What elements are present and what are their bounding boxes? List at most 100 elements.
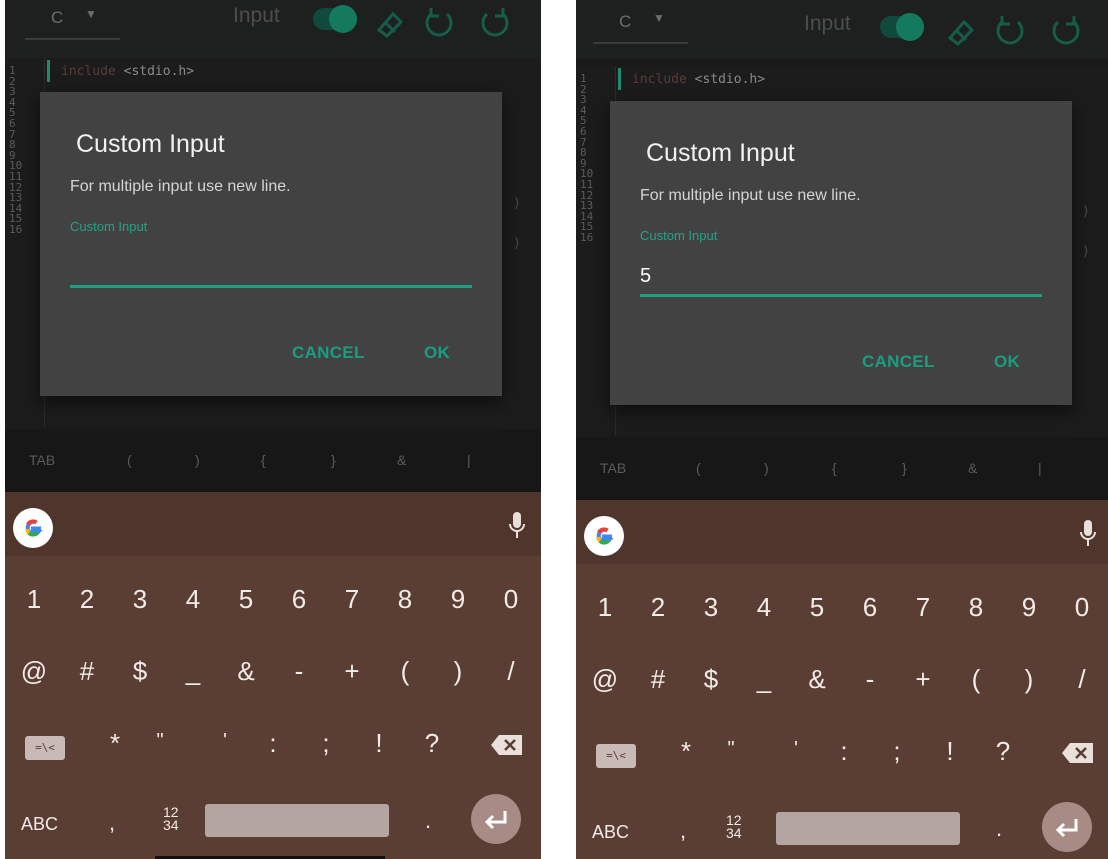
extra-key-tab[interactable]: TAB [29, 452, 55, 468]
key-7[interactable]: 7 [898, 592, 948, 623]
key-5[interactable]: 5 [792, 592, 842, 623]
key-7[interactable]: 7 [327, 584, 377, 615]
key-1[interactable]: 1 [580, 592, 630, 623]
google-icon[interactable] [584, 516, 624, 556]
key-5[interactable]: 5 [221, 584, 271, 615]
key-dollar[interactable]: $ [686, 664, 736, 695]
extra-key-pipe[interactable]: | [467, 452, 471, 468]
undo-icon[interactable] [990, 10, 1030, 50]
key-hash[interactable]: # [62, 656, 112, 687]
cancel-button[interactable]: CANCEL [862, 352, 935, 372]
undo-icon[interactable] [419, 2, 459, 42]
extra-key-ampersand[interactable]: & [968, 460, 977, 476]
extra-key-open-brace[interactable]: { [832, 460, 837, 476]
language-dropdown[interactable]: C ▼ [25, 4, 120, 40]
key-close-paren[interactable]: ) [433, 656, 483, 687]
key-2[interactable]: 2 [633, 592, 683, 623]
extra-key-open-paren[interactable]: ( [696, 460, 701, 476]
key-0[interactable]: 0 [486, 584, 536, 615]
key-9[interactable]: 9 [433, 584, 483, 615]
key-4[interactable]: 4 [168, 584, 218, 615]
key-exclamation[interactable]: ! [925, 736, 975, 767]
key-colon[interactable]: : [248, 728, 298, 759]
enter-key[interactable] [471, 794, 521, 844]
cancel-button[interactable]: CANCEL [292, 343, 365, 363]
key-ampersand[interactable]: & [221, 656, 271, 687]
extra-key-open-brace[interactable]: { [261, 452, 266, 468]
key-asterisk[interactable]: * [661, 736, 711, 767]
key-minus[interactable]: - [274, 656, 324, 687]
key-ampersand[interactable]: & [792, 664, 842, 695]
key-question[interactable]: ? [407, 728, 457, 759]
ok-button[interactable]: OK [424, 343, 450, 363]
backspace-icon[interactable] [1061, 742, 1095, 764]
key-semicolon[interactable]: ; [301, 728, 351, 759]
key-plus[interactable]: + [898, 664, 948, 695]
extra-key-ampersand[interactable]: & [397, 452, 406, 468]
extra-key-close-paren[interactable]: ) [195, 452, 200, 468]
spacebar[interactable] [776, 812, 960, 845]
key-open-paren[interactable]: ( [380, 656, 430, 687]
key-at[interactable]: @ [9, 656, 59, 687]
key-open-paren[interactable]: ( [951, 664, 1001, 695]
key-underscore[interactable]: _ [739, 664, 789, 695]
custom-input-field[interactable]: 5 [640, 265, 651, 288]
extra-key-close-brace[interactable]: } [331, 452, 336, 468]
language-dropdown[interactable]: C ▼ [593, 8, 688, 44]
key-slash[interactable]: / [486, 656, 536, 687]
key-period[interactable]: . [425, 808, 431, 834]
key-colon[interactable]: : [819, 736, 869, 767]
symbols-toggle-key[interactable]: =\< [25, 736, 65, 760]
eraser-icon[interactable] [940, 10, 980, 50]
key-6[interactable]: 6 [274, 584, 324, 615]
key-9[interactable]: 9 [1004, 592, 1054, 623]
symbols-toggle-key[interactable]: =\< [596, 744, 636, 768]
key-8[interactable]: 8 [380, 584, 430, 615]
extra-key-open-paren[interactable]: ( [127, 452, 132, 468]
backspace-icon[interactable] [490, 734, 524, 756]
key-2[interactable]: 2 [62, 584, 112, 615]
enter-key[interactable] [1042, 802, 1092, 852]
key-single-quote[interactable]: ' [200, 730, 250, 753]
key-close-paren[interactable]: ) [1004, 664, 1054, 695]
key-at[interactable]: @ [580, 664, 630, 695]
key-6[interactable]: 6 [845, 592, 895, 623]
key-double-quote[interactable]: " [135, 730, 185, 753]
extra-key-tab[interactable]: TAB [600, 460, 626, 476]
redo-icon[interactable] [1046, 10, 1086, 50]
key-comma[interactable]: , [680, 818, 686, 844]
spacebar[interactable] [205, 804, 389, 837]
key-hash[interactable]: # [633, 664, 683, 695]
key-comma[interactable]: , [109, 810, 115, 836]
key-4[interactable]: 4 [739, 592, 789, 623]
key-dollar[interactable]: $ [115, 656, 165, 687]
extra-key-close-paren[interactable]: ) [764, 460, 769, 476]
key-exclamation[interactable]: ! [354, 728, 404, 759]
redo-icon[interactable] [475, 2, 515, 42]
key-single-quote[interactable]: ' [771, 738, 821, 761]
key-minus[interactable]: - [845, 664, 895, 695]
key-underscore[interactable]: _ [168, 656, 218, 687]
google-icon[interactable] [13, 508, 53, 548]
key-question[interactable]: ? [978, 736, 1028, 767]
key-3[interactable]: 3 [686, 592, 736, 623]
ok-button[interactable]: OK [994, 352, 1020, 372]
microphone-icon[interactable] [1078, 518, 1098, 550]
key-semicolon[interactable]: ; [872, 736, 922, 767]
key-asterisk[interactable]: * [90, 728, 140, 759]
key-8[interactable]: 8 [951, 592, 1001, 623]
extra-key-pipe[interactable]: | [1038, 460, 1042, 476]
abc-key[interactable]: ABC [592, 822, 629, 843]
abc-key[interactable]: ABC [21, 814, 58, 835]
key-plus[interactable]: + [327, 656, 377, 687]
key-0[interactable]: 0 [1057, 592, 1107, 623]
key-1[interactable]: 1 [9, 584, 59, 615]
extra-key-close-brace[interactable]: } [902, 460, 907, 476]
eraser-icon[interactable] [369, 2, 409, 42]
key-3[interactable]: 3 [115, 584, 165, 615]
numpad-key[interactable]: 12 34 [726, 813, 742, 840]
key-double-quote[interactable]: " [706, 738, 756, 761]
key-period[interactable]: . [996, 816, 1002, 842]
key-slash[interactable]: / [1057, 664, 1107, 695]
input-toggle[interactable] [313, 5, 357, 33]
